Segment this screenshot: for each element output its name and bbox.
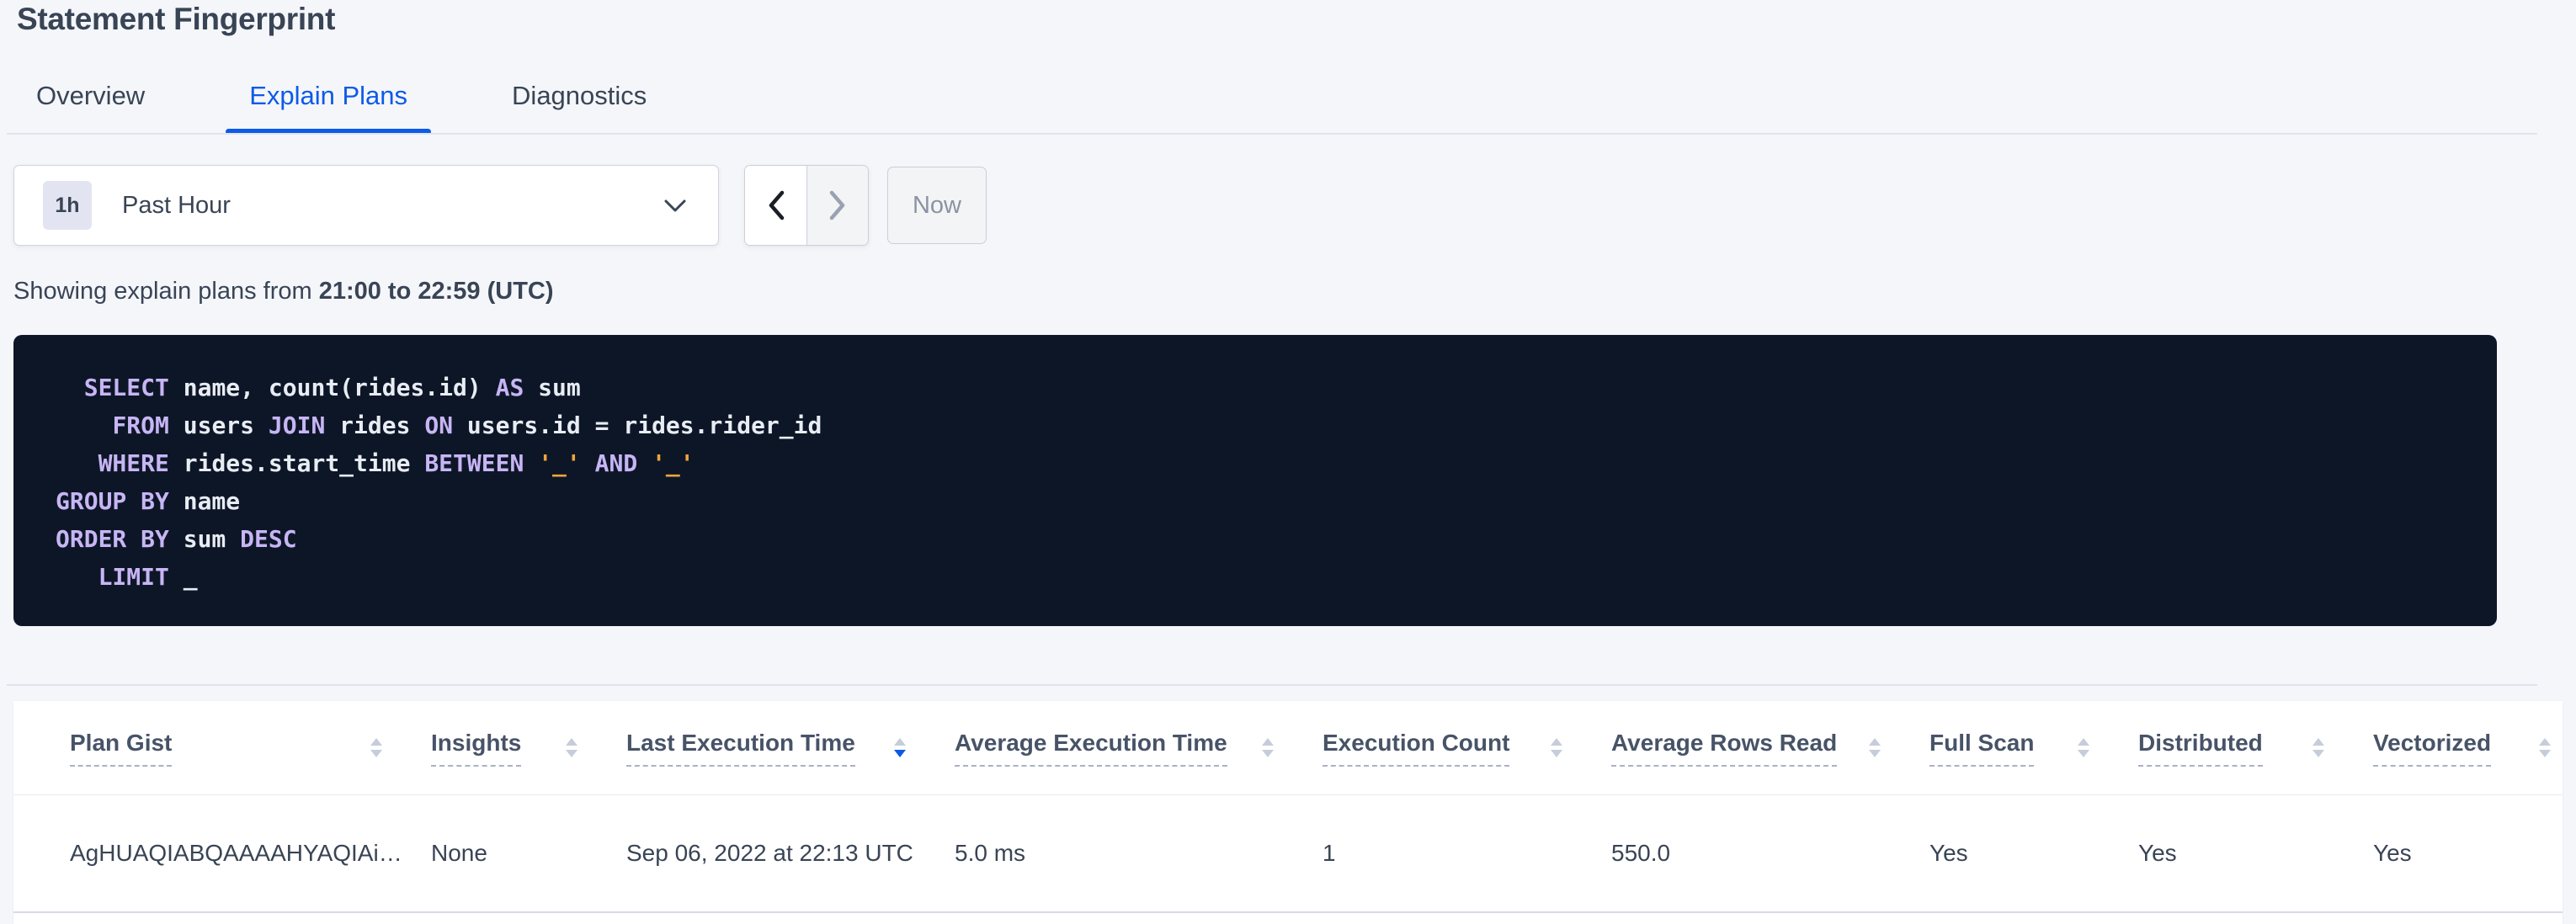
page-title: Statement Fingerprint — [17, 2, 335, 37]
column-label: Full Scan — [1929, 730, 2034, 767]
sort-arrows-icon[interactable] — [2539, 738, 2551, 757]
column-label: Average Execution Time — [955, 730, 1227, 767]
next-time-button[interactable] — [806, 166, 868, 245]
tab-overview[interactable]: Overview — [13, 81, 168, 133]
column-header-execution-count[interactable]: Execution Count — [1323, 730, 1611, 767]
time-range-badge: 1h — [43, 181, 92, 230]
sort-arrows-icon[interactable] — [1551, 738, 1562, 757]
cell-plan-gist[interactable]: AgHUAQIABQAAAAHYAQIAiA... — [70, 840, 431, 867]
column-header-average-rows-read[interactable]: Average Rows Read — [1611, 730, 1929, 767]
column-header-last-execution-time[interactable]: Last Execution Time — [626, 730, 955, 767]
column-header-average-execution-time[interactable]: Average Execution Time — [955, 730, 1323, 767]
sql-code-block: SELECT name, count(rides.id) AS sum FROM… — [13, 335, 2497, 626]
explain-plans-table-body: AgHUAQIABQAAAAHYAQIAiA...NoneSep 06, 202… — [13, 795, 2563, 913]
tab-explain-plans[interactable]: Explain Plans — [226, 81, 431, 133]
chevron-left-icon — [767, 190, 785, 220]
time-range-select[interactable]: 1h Past Hour — [13, 165, 719, 246]
now-button[interactable]: Now — [887, 167, 987, 244]
status-line: Showing explain plans from 21:00 to 22:5… — [13, 278, 554, 305]
tab-diagnostics[interactable]: Diagnostics — [488, 81, 670, 133]
column-label: Vectorized — [2373, 730, 2491, 767]
cell-average-rows-read: 550.0 — [1611, 840, 1929, 867]
explain-plans-table-card: Plan Gist Insights Last Execution Time Aver… — [13, 701, 2563, 924]
cell-average-execution-time: 5.0 ms — [955, 840, 1323, 867]
explain-plans-table-header: Plan Gist Insights Last Execution Time Aver… — [13, 701, 2563, 795]
cell-full-scan: Yes — [1929, 840, 2138, 867]
column-label: Insights — [431, 730, 521, 767]
cell-insights: None — [431, 840, 626, 867]
cell-last-execution-time: Sep 06, 2022 at 22:13 UTC — [626, 840, 955, 867]
cell-execution-count: 1 — [1323, 840, 1611, 867]
tab-bar: Overview Explain Plans Diagnostics — [13, 81, 670, 133]
sort-arrows-icon[interactable] — [1262, 738, 1274, 757]
status-prefix: Showing explain plans from — [13, 278, 319, 305]
column-label: Average Rows Read — [1611, 730, 1837, 767]
column-label: Last Execution Time — [626, 730, 855, 767]
time-range-label: Past Hour — [122, 192, 231, 220]
sql-statement-text: SELECT name, count(rides.id) AS sum FROM… — [13, 335, 2497, 596]
sort-arrows-icon[interactable] — [2313, 738, 2324, 757]
status-time-range: 21:00 to 22:59 (UTC) — [319, 278, 554, 305]
chevron-right-icon — [828, 190, 847, 220]
column-header-insights[interactable]: Insights — [431, 730, 626, 767]
section-divider — [7, 684, 2537, 686]
sort-arrows-icon[interactable] — [566, 738, 577, 757]
sort-arrows-icon[interactable] — [894, 738, 906, 757]
cell-distributed: Yes — [2138, 840, 2373, 867]
sort-arrows-icon[interactable] — [370, 738, 382, 757]
table-row: AgHUAQIABQAAAAHYAQIAiA...NoneSep 06, 202… — [13, 795, 2563, 913]
tab-bar-divider — [7, 133, 2537, 135]
sort-arrows-icon[interactable] — [1869, 738, 1881, 757]
prev-time-button[interactable] — [745, 166, 806, 245]
column-label: Distributed — [2138, 730, 2263, 767]
column-label: Execution Count — [1323, 730, 1509, 767]
column-header-vectorized[interactable]: Vectorized — [2373, 730, 2563, 767]
chevron-down-icon — [664, 199, 686, 214]
column-header-full-scan[interactable]: Full Scan — [1929, 730, 2138, 767]
column-header-distributed[interactable]: Distributed — [2138, 730, 2373, 767]
time-window-nav — [744, 165, 869, 246]
sort-arrows-icon[interactable] — [2078, 738, 2089, 757]
cell-vectorized: Yes — [2373, 840, 2563, 867]
column-label: Plan Gist — [70, 730, 172, 767]
column-header-plan-gist[interactable]: Plan Gist — [70, 730, 431, 767]
